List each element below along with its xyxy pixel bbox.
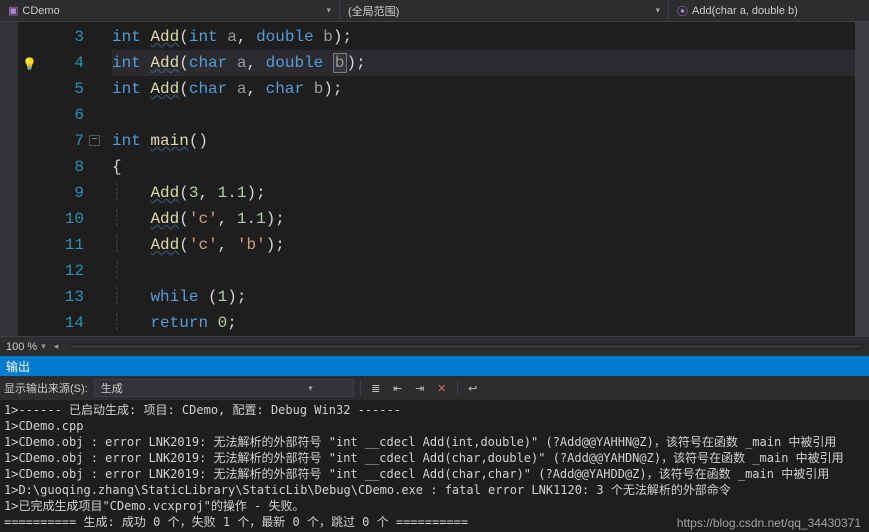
code-line[interactable]: int main()	[112, 128, 869, 154]
project-name: CDemo	[22, 5, 320, 17]
code-line[interactable]: {	[112, 154, 869, 180]
function-dropdown[interactable]: ⦿ Add(char a, double b)	[669, 0, 869, 21]
code-line[interactable]: ┊ return 0;	[112, 310, 869, 336]
goto-message-icon[interactable]: ≣	[367, 379, 385, 397]
function-label: Add(char a, double b)	[692, 5, 861, 17]
code-line[interactable]: ┊ while (1);	[112, 284, 869, 310]
watermark: https://blog.csdn.net/qq_34430371	[677, 516, 861, 530]
chevron-down-icon[interactable]: ▾	[41, 341, 46, 352]
output-source-dropdown[interactable]: 生成 ▾	[94, 379, 354, 397]
chevron-down-icon: ▾	[655, 5, 660, 16]
code-body[interactable]: int Add(int a, double b);int Add(char a,…	[102, 22, 869, 336]
vertical-scrollbar[interactable]	[855, 22, 869, 336]
lightbulb-icon[interactable]: 💡	[22, 52, 37, 78]
code-line[interactable]: ┊ Add('c', 'b');	[112, 232, 869, 258]
cpp-icon: ▣	[8, 4, 18, 17]
separator	[360, 380, 361, 396]
code-line[interactable]: int Add(int a, double b);	[112, 24, 869, 50]
output-panel-header[interactable]: 输出	[0, 356, 869, 376]
horizontal-scrollbar[interactable]	[70, 344, 863, 350]
code-line[interactable]: int Add(char a, char b);	[112, 76, 869, 102]
output-text[interactable]: 1>------ 已启动生成: 项目: CDemo, 配置: Debug Win…	[0, 400, 869, 532]
fold-toggle[interactable]: −	[89, 135, 100, 146]
scope-label: (全局范围)	[348, 3, 649, 19]
code-line[interactable]: ┊	[112, 258, 869, 284]
prev-message-icon[interactable]: ⇤	[389, 379, 407, 397]
chevron-down-icon: ▾	[308, 383, 313, 394]
scope-dropdown[interactable]: (全局范围) ▾	[340, 0, 669, 21]
code-editor[interactable]: 💡 34567−891011121314 int Add(int a, doub…	[0, 22, 869, 336]
line-number-gutter: 💡 34567−891011121314	[18, 22, 102, 336]
code-line[interactable]: ┊ Add(3, 1.1);	[112, 180, 869, 206]
word-wrap-icon[interactable]: ↩	[464, 379, 482, 397]
context-bar: ▣ CDemo ▾ (全局范围) ▾ ⦿ Add(char a, double …	[0, 0, 869, 22]
output-toolbar: 显示输出来源(S): 生成 ▾ ≣ ⇤ ⇥ ✕ ↩	[0, 376, 869, 400]
chevron-down-icon: ▾	[326, 5, 331, 16]
clear-icon[interactable]: ✕	[433, 379, 451, 397]
nav-left-icon[interactable]: ◂	[54, 341, 59, 352]
editor-status-bar: 100 % ▾ ◂	[0, 336, 869, 356]
project-dropdown[interactable]: ▣ CDemo ▾	[0, 0, 340, 21]
output-title: 输出	[6, 358, 30, 375]
code-line[interactable]	[112, 102, 869, 128]
output-source-label: 显示输出来源(S):	[4, 380, 88, 396]
zoom-level[interactable]: 100 %	[6, 341, 37, 353]
method-icon: ⦿	[677, 3, 688, 19]
next-message-icon[interactable]: ⇥	[411, 379, 429, 397]
code-line[interactable]: int Add(char a, double b);	[112, 50, 869, 76]
breakpoint-margin[interactable]	[0, 22, 18, 336]
output-source-value: 生成	[101, 380, 123, 396]
separator	[457, 380, 458, 396]
code-line[interactable]: ┊ Add('c', 1.1);	[112, 206, 869, 232]
